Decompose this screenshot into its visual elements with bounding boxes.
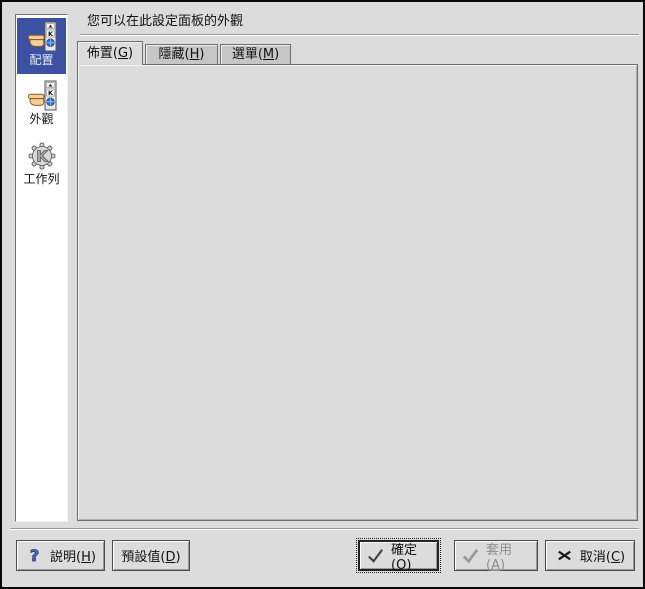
panel-configure-icon: K xyxy=(27,21,56,52)
defaults-button-label: 預設值(D) xyxy=(121,550,181,565)
apply-check-icon xyxy=(462,548,479,564)
tab-arrangement[interactable]: 佈置(G) xyxy=(77,41,143,65)
dialog-description: 您可以在此設定面板的外觀 xyxy=(87,14,244,29)
sidebar-module-list: K 配置 K 外觀 K 工作列 xyxy=(15,14,68,522)
sidebar-item-label: 工作列 xyxy=(23,172,60,186)
help-question-icon: ? xyxy=(29,546,39,565)
tab-menus[interactable]: 選單(M) xyxy=(220,44,291,65)
header-separator xyxy=(80,34,639,36)
ok-button[interactable]: 確定(O) xyxy=(358,540,439,573)
cancel-x-icon xyxy=(558,550,571,561)
sidebar-item-configuration[interactable]: K 配置 xyxy=(17,18,66,74)
panel-appearance-icon: K xyxy=(27,80,56,111)
svg-text:?: ? xyxy=(30,546,39,565)
ok-button-label: 確定(O) xyxy=(391,542,418,573)
sidebar-item-appearance[interactable]: K 外觀 xyxy=(17,77,66,133)
sidebar-item-taskbar[interactable]: K 工作列 xyxy=(17,137,66,193)
cancel-button[interactable]: 取消(C) xyxy=(545,540,635,571)
help-button-label: 説明(H) xyxy=(50,550,96,565)
help-button[interactable]: ? 説明(H) xyxy=(16,540,105,571)
apply-button-label: 套用(A) xyxy=(486,542,513,573)
sidebar-item-label: 外觀 xyxy=(29,112,54,126)
cancel-button-label: 取消(C) xyxy=(579,550,626,565)
ok-check-icon xyxy=(368,549,383,563)
apply-button[interactable]: 套用(A) xyxy=(454,540,538,573)
tab-hiding[interactable]: 隱藏(H) xyxy=(145,44,218,65)
panel-settings-dialog: K 配置 K 外觀 K 工作列 您可以在此設定面板的外觀 佈置(G) 隱藏(H)… xyxy=(0,0,645,589)
footer-separator xyxy=(10,528,639,530)
ok-button-focus-ring: 確定(O) xyxy=(356,538,441,573)
defaults-button[interactable]: 預設值(D) xyxy=(112,540,190,571)
svg-text:K: K xyxy=(36,148,49,166)
tab-content-frame xyxy=(77,64,638,521)
kde-gear-icon: K xyxy=(28,142,55,170)
sidebar-item-label: 配置 xyxy=(29,53,54,67)
